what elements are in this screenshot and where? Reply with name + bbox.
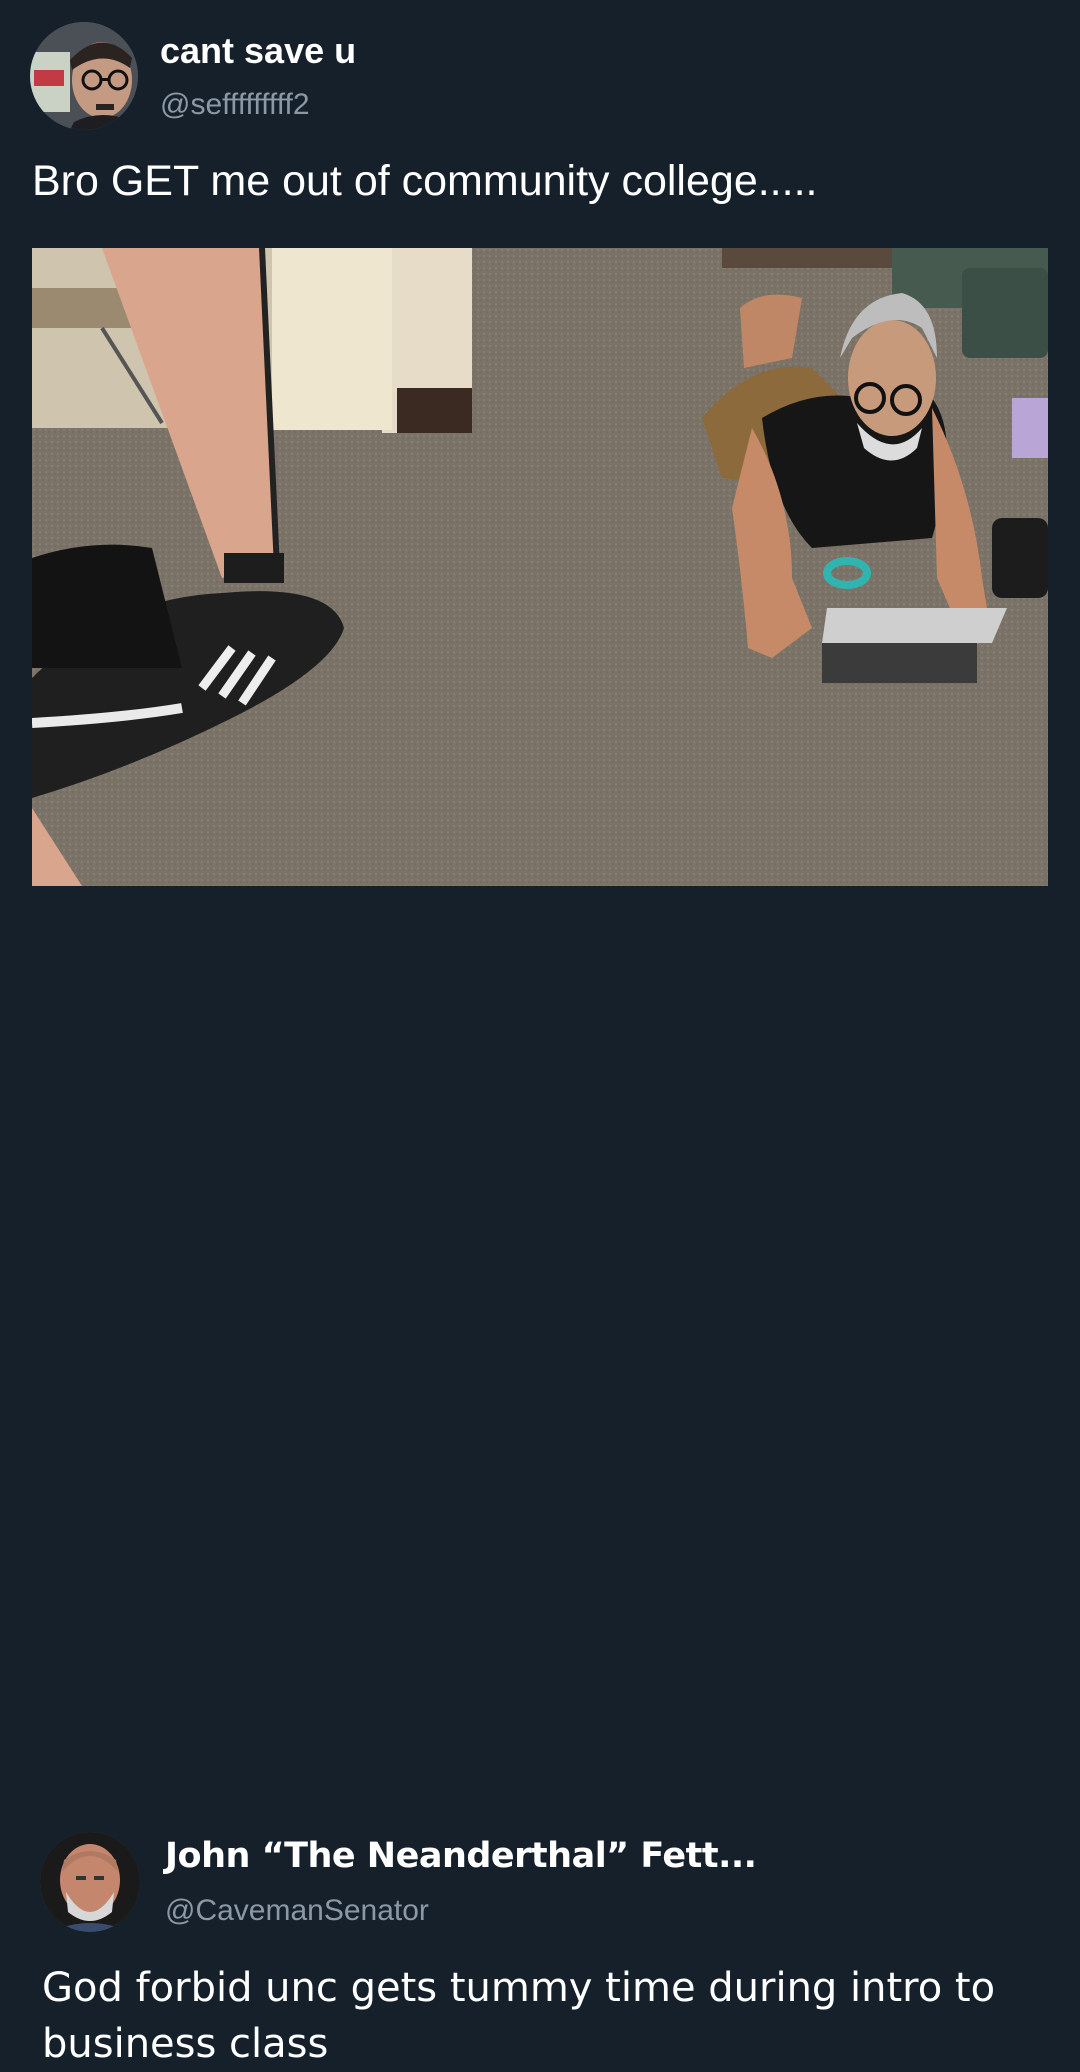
reply-avatar[interactable] xyxy=(40,1832,140,1932)
avatar-icon xyxy=(40,1832,140,1932)
avatar-icon xyxy=(30,22,138,130)
tweet-photo[interactable] xyxy=(32,248,1048,886)
original-tweet[interactable]: cant save u @sefffffffff2 Bro GET me out… xyxy=(0,0,1080,900)
tweet-text: Bro GET me out of community college..... xyxy=(32,157,818,205)
user-handle[interactable]: @sefffffffff2 xyxy=(160,88,310,122)
reply-text: God forbid unc gets tummy time during in… xyxy=(42,1965,996,2067)
display-name[interactable]: cant save u xyxy=(160,30,356,72)
reply-tweet[interactable]: John “The Neanderthal” Fett... @CavemanS… xyxy=(0,900,1080,2067)
user-avatar[interactable] xyxy=(30,22,138,130)
reply-display-name[interactable]: John “The Neanderthal” Fett... xyxy=(165,1836,757,1876)
reply-handle[interactable]: @CavemanSenator xyxy=(165,1894,429,1928)
photo-icon xyxy=(32,248,1048,886)
